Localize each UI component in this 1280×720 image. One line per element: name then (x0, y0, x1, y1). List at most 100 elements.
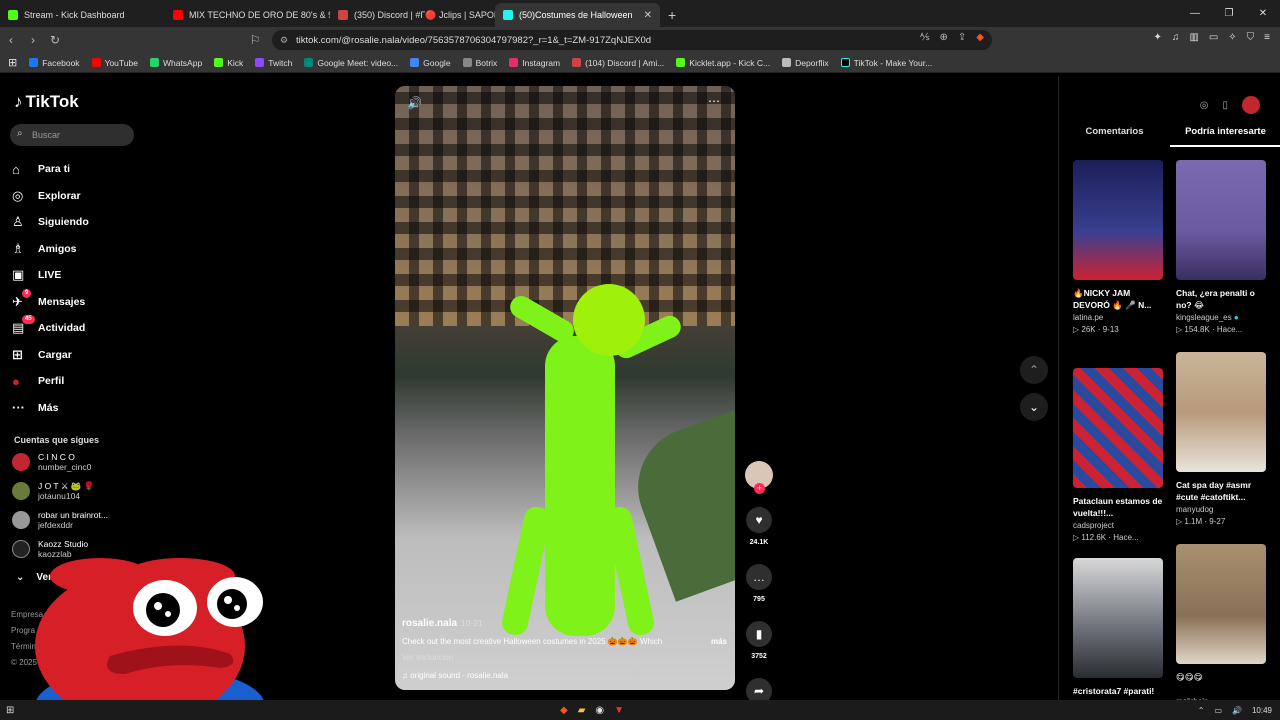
more-button[interactable]: más (711, 637, 727, 646)
back-icon[interactable]: ‹ (0, 33, 22, 47)
followed-account[interactable]: robar un brainrot... jefdexddr (12, 510, 108, 530)
save-count: 3752 (751, 653, 767, 660)
windows-start-icon[interactable]: ⊞ (6, 705, 14, 716)
brave-icon[interactable]: ◆ (560, 705, 568, 716)
wallet-icon[interactable]: ▭ (1209, 32, 1218, 43)
like-button[interactable]: ♥ (746, 507, 772, 533)
search-input[interactable]: ⌕ Buscar (10, 124, 134, 146)
bookmark-tiktok[interactable]: TikTok - Make Your... (840, 58, 932, 68)
apps-icon[interactable]: ⊞ (8, 56, 17, 69)
bookmark-kick[interactable]: Kick (214, 58, 243, 68)
close-window-icon[interactable]: ✕ (1246, 0, 1280, 26)
sidebar-item-amigos[interactable]: ♗ Amigos (12, 236, 142, 263)
youtube-icon (173, 10, 183, 20)
menu-icon[interactable]: ≡ (1264, 32, 1270, 43)
sidebar-item-actividad[interactable]: ▤ 45 Actividad (12, 315, 142, 342)
video-author[interactable]: rosalie.nala 10-21 (402, 618, 727, 629)
sidebar-item-cargar[interactable]: ⊞ Cargar (12, 342, 142, 369)
browser-tab[interactable]: Stream - Kick Dashboard (0, 3, 165, 27)
bookmark-botrix[interactable]: Botrix (462, 58, 497, 68)
translate-icon[interactable]: ⅍ (920, 32, 929, 43)
google-icon (410, 58, 420, 67)
more-icon: ··· (12, 400, 25, 416)
recommended-video-card[interactable]: Chat, ¿era penalti o no? 😂 kingsleague_e… (1176, 160, 1268, 334)
sound-link[interactable]: ♫ original sound - rosalie.nala (402, 671, 727, 680)
zoom-icon[interactable]: ⊕ (940, 32, 948, 43)
next-video-button[interactable]: ⌄ (1020, 393, 1048, 421)
tray-chevron-icon[interactable]: ⌃ (1198, 706, 1205, 715)
messages-icon: ✈ 9 (12, 288, 38, 310)
bookmark-google[interactable]: Google (410, 58, 451, 68)
bookmark-kicklet[interactable]: Kicklet.app - Kick C... (676, 58, 770, 68)
comment-icon: … (753, 570, 765, 584)
music-note-icon: ♫ (402, 671, 411, 680)
bookmark-google-meet[interactable]: Google Meet: video... (304, 58, 398, 68)
url-field[interactable]: ⚙ tiktok.com/@rosalie.nala/video/7563578… (272, 30, 992, 50)
recommended-video-card[interactable]: 😋😋😋 molirhein (1176, 544, 1268, 706)
recommended-video-card[interactable]: #cristorata7 #parati! #humor (1073, 558, 1165, 709)
bookmark-discord[interactable]: (104) Discord | Ami... (572, 58, 664, 68)
volume-icon[interactable]: 🔊 (407, 96, 422, 110)
recommended-video-card[interactable]: Pataclaun estamos de vuelta!!!... cadspr… (1073, 368, 1165, 542)
leo-icon[interactable]: ✧ (1228, 32, 1236, 43)
vpn-icon[interactable]: ⛉ (1247, 32, 1255, 43)
obs-icon[interactable]: ◉ (595, 705, 604, 716)
browser-tab[interactable]: MIX TECHNO DE ORO DE 80's & 90's (165, 3, 330, 27)
bookmark-facebook[interactable]: Facebook (29, 58, 80, 68)
forward-icon[interactable]: › (22, 33, 44, 47)
save-button[interactable]: ▮ (746, 621, 772, 647)
new-tab-button[interactable]: + (660, 7, 684, 27)
recommended-video-card[interactable]: 🔥NICKY JAM DEVORÓ 🔥 🎤 N... latina.pe ▷ 2… (1073, 160, 1165, 334)
sidebar-item-siguiendo[interactable]: ♙ Siguiendo (12, 209, 142, 236)
clock[interactable]: 10:49 (1252, 706, 1272, 715)
followed-account[interactable]: J O T ⚔ 🐸 🌹 jotaunu104 (12, 481, 94, 501)
recommended-video-card[interactable]: Cat spa day #asmr #cute #catoftikt... ma… (1176, 352, 1268, 526)
bookmark-whatsapp[interactable]: WhatsApp (149, 58, 202, 68)
minimize-icon[interactable]: — (1178, 0, 1212, 26)
restore-icon[interactable]: ❐ (1212, 0, 1246, 26)
pepe-overlay-image (35, 558, 265, 720)
sidebar-icon[interactable]: ▥ (1189, 32, 1198, 43)
share-icon[interactable]: ⇪ (958, 32, 966, 43)
reload-icon[interactable]: ↻ (44, 33, 66, 47)
tiktok-logo[interactable]: ♪ TikTok (14, 92, 79, 112)
sidebar-item-mensajes[interactable]: ✈ 9 Mensajes (12, 288, 142, 316)
bookmark-instagram[interactable]: Instagram (509, 58, 560, 68)
music-icon[interactable]: ♫ (1172, 32, 1180, 43)
device-icon[interactable]: ▯ (1222, 100, 1228, 111)
following-header: Cuentas que sigues (14, 435, 100, 445)
close-tab-icon[interactable]: ✕ (644, 10, 652, 21)
youtube-icon (91, 58, 101, 67)
volume-icon[interactable]: 🔊 (1232, 706, 1242, 715)
user-avatar[interactable] (1242, 96, 1260, 114)
network-icon[interactable]: ▭ (1214, 706, 1222, 715)
extensions-icon[interactable]: ✦ (1153, 32, 1161, 43)
followed-account[interactable]: C I N C Onumber_cinc0 (12, 452, 91, 472)
sidebar-item-explorar[interactable]: ◎ Explorar (12, 183, 142, 210)
file-explorer-icon[interactable]: ▰ (578, 705, 586, 716)
browser-tab-active[interactable]: (50)Costumes de Halloween ✕ (495, 3, 660, 27)
tab-comentarios[interactable]: Comentarios (1059, 126, 1170, 147)
sidebar-item-perfil[interactable]: ● Perfil (12, 368, 142, 395)
comment-button[interactable]: … (746, 564, 772, 590)
browser-tab[interactable]: (350) Discord | #Γ🔴 Jclips | SAPOLIO (330, 3, 495, 27)
tab-podria-interesarte[interactable]: Podría interesarte (1170, 126, 1280, 147)
translate-link[interactable]: Ver traducción (402, 653, 727, 662)
site-info-icon[interactable]: ⚙ (280, 35, 288, 46)
more-options-icon[interactable]: ⋯ (708, 94, 721, 108)
app-icon[interactable]: ▼ (614, 705, 624, 716)
bookmark-page-icon[interactable]: ⚐ (244, 33, 266, 47)
bookmark-deporflix[interactable]: Deporflix (782, 58, 829, 68)
follow-plus-icon[interactable]: + (754, 483, 765, 494)
previous-video-button[interactable]: ⌃ (1020, 356, 1048, 384)
creator-avatar[interactable]: + (745, 461, 773, 494)
bookmark-youtube[interactable]: YouTube (91, 58, 138, 68)
sidebar-item-mas[interactable]: ··· Más (12, 395, 142, 422)
bookmark-twitch[interactable]: Twitch (255, 58, 292, 68)
sidebar-item-live[interactable]: ▣ LIVE (12, 262, 142, 289)
video-player[interactable]: 🔊 ⋯ rosalie.nala 10-21 Check out the most… (395, 86, 735, 690)
sidebar-item-para-ti[interactable]: ⌂ Para ti (12, 156, 142, 183)
brave-shield-icon[interactable]: ◆ (976, 32, 984, 43)
video-background-building (395, 86, 735, 326)
coin-icon[interactable]: ◎ (1200, 100, 1209, 111)
